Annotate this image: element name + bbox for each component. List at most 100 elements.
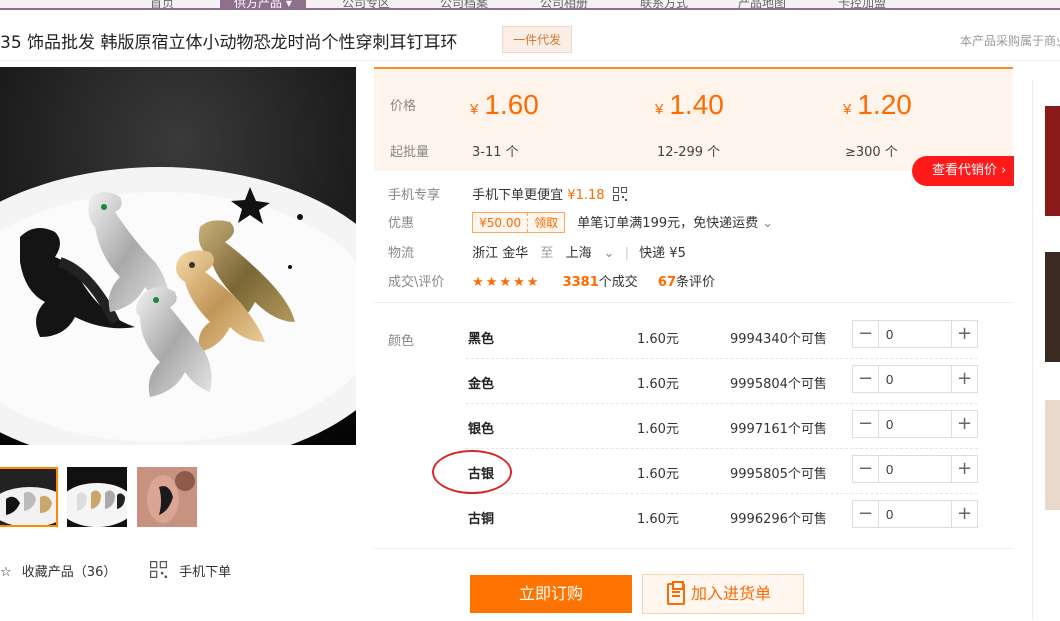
ship-to: 上海 <box>565 246 592 261</box>
variant-stock: 9996296个可售 <box>730 512 827 527</box>
free-shipping-text: 单笔订单满199元，免快递运费 <box>577 216 759 231</box>
divider <box>374 302 1013 303</box>
reviews-count-value: 67 <box>657 275 676 290</box>
shipping-row: 物流 浙江 金华 至 上海 ⌄ | 快递 ¥5 <box>388 242 686 261</box>
minus-button[interactable]: − <box>853 321 879 347</box>
quantity-stepper: − + <box>852 410 978 438</box>
mobile-price: ¥1.18 <box>567 188 605 203</box>
quantity-input[interactable] <box>880 411 950 437</box>
variant-row: 金色 1.60元 9995804个可售 − + <box>466 359 978 404</box>
variant-row: 古银 1.60元 9995805个可售 − + <box>466 449 978 494</box>
add-to-cart-label: 加入进货单 <box>691 584 772 603</box>
chevron-down-icon: ⌄ <box>603 246 615 261</box>
ship-from: 浙江 金华 <box>472 246 529 261</box>
promotion-label: 优惠 <box>388 216 415 231</box>
variant-name: 黑色 <box>468 332 495 347</box>
view-agent-price-button[interactable]: 查看代销价 › <box>912 156 1014 186</box>
promotion-row: 优惠 ¥50.00 领取 单笔订单满199元，免快递运费 ⌄ <box>388 212 773 233</box>
nav-item-company-profile[interactable]: 公司档案 <box>440 0 488 8</box>
tier-1-price: ¥1.60 <box>470 89 539 121</box>
coupon-value: ¥50.00 <box>479 216 522 230</box>
nav-item-company-zone[interactable]: 公司专区 <box>342 0 390 8</box>
thumbnail-image <box>67 467 127 527</box>
tier-price-value: 1.60 <box>484 89 539 120</box>
nav-item-contact[interactable]: 联系方式 <box>640 0 688 8</box>
tier-3-range: ≥300 个 <box>845 145 898 160</box>
mobile-order-label: 手机下单 <box>179 565 232 580</box>
quantity-stepper: − + <box>852 365 978 393</box>
shipping-label: 物流 <box>388 246 415 261</box>
star-rating-icon: ★★★★★ <box>472 275 541 290</box>
moq-label: 起批量 <box>390 145 430 160</box>
thumbnail-3[interactable] <box>137 467 197 527</box>
variant-price: 1.60元 <box>637 467 679 482</box>
divider: | <box>624 246 630 261</box>
red-highlight-circle <box>432 450 512 494</box>
variant-name: 金色 <box>468 377 495 392</box>
tier-2-price: ¥1.40 <box>655 89 724 121</box>
quantity-input[interactable] <box>880 321 950 347</box>
mobile-exclusive-label: 手机专享 <box>388 188 441 203</box>
nav-item-products[interactable]: 供方产品 ▾ <box>220 0 306 8</box>
ship-to-select[interactable]: 上海 ⌄ <box>566 246 615 261</box>
minus-button[interactable]: − <box>853 366 879 392</box>
plus-button[interactable]: + <box>951 456 977 482</box>
minus-button[interactable]: − <box>853 456 879 482</box>
variant-stock: 9997161个可售 <box>730 422 827 437</box>
recommended-product-image[interactable] <box>1045 252 1060 362</box>
variant-price: 1.60元 <box>637 332 679 347</box>
chevron-down-icon[interactable]: ⌄ <box>762 216 773 231</box>
thumbnail-image <box>137 467 197 527</box>
divider <box>0 60 1060 61</box>
ship-to-word: 至 <box>540 246 554 261</box>
thumbnail-1[interactable] <box>0 467 58 527</box>
variant-row: 黑色 1.60元 9994340个可售 − + <box>466 314 978 359</box>
qr-code-icon <box>150 561 167 578</box>
quantity-stepper: − + <box>852 320 978 348</box>
variant-stock: 9995805个可售 <box>730 467 827 482</box>
deals-count[interactable]: 3381个成交 <box>563 275 638 290</box>
reviews-row: 成交\评价 ★★★★★ 3381个成交 67条评价 <box>388 271 715 290</box>
minus-button[interactable]: − <box>853 411 879 437</box>
quantity-input[interactable] <box>880 501 950 527</box>
add-to-cart-button[interactable]: 加入进货单 <box>642 574 804 614</box>
thumbnail-2[interactable] <box>67 467 127 527</box>
nav-item-product-map[interactable]: 产品地图 <box>738 0 786 8</box>
shipping-method: 快递 ¥5 <box>639 246 686 261</box>
plus-button[interactable]: + <box>951 501 977 527</box>
plus-button[interactable]: + <box>951 321 977 347</box>
minus-button[interactable]: − <box>853 501 879 527</box>
recommended-product-image[interactable] <box>1045 106 1060 216</box>
quantity-stepper: − + <box>852 455 978 483</box>
clipboard-icon <box>667 581 685 605</box>
main-product-image[interactable] <box>0 67 356 445</box>
reviews-label: 成交\评价 <box>388 275 445 290</box>
mobile-exclusive-text: 手机下单更便宜 <box>472 188 564 203</box>
buy-now-button[interactable]: 立即订购 <box>470 575 632 613</box>
nav-item-home[interactable]: 首页 <box>150 0 174 8</box>
reviews-suffix: 条评价 <box>676 275 716 290</box>
mobile-order-button[interactable]: 手机下单 <box>150 561 231 580</box>
divider <box>374 548 1013 549</box>
deals-count-value: 3381 <box>562 275 599 290</box>
variant-price: 1.60元 <box>637 377 679 392</box>
variant-row: 古铜 1.60元 9996296个可售 − + <box>466 494 978 539</box>
color-label: 颜色 <box>388 334 415 349</box>
reviews-count[interactable]: 67条评价 <box>658 275 715 290</box>
dinosaur-earrings-photo <box>0 67 356 445</box>
deals-suffix: 个成交 <box>598 275 638 290</box>
quantity-input[interactable] <box>880 456 950 482</box>
tier-price-value: 1.40 <box>669 89 724 120</box>
plus-button[interactable]: + <box>951 411 977 437</box>
favorite-button[interactable]: ☆ 收藏产品（36） <box>0 561 116 580</box>
quantity-input[interactable] <box>880 366 950 392</box>
plus-button[interactable]: + <box>951 366 977 392</box>
variant-name: 古铜 <box>468 512 495 527</box>
recommended-product-image[interactable] <box>1045 400 1060 510</box>
qr-code-icon[interactable] <box>612 187 627 201</box>
currency-symbol: ¥ <box>843 101 852 118</box>
coupon[interactable]: ¥50.00 领取 <box>472 212 566 233</box>
coupon-get-button[interactable]: 领取 <box>527 213 564 232</box>
nav-item-join[interactable]: 卡控加盟 <box>838 0 886 8</box>
nav-item-company-album[interactable]: 公司相册 <box>540 0 588 8</box>
